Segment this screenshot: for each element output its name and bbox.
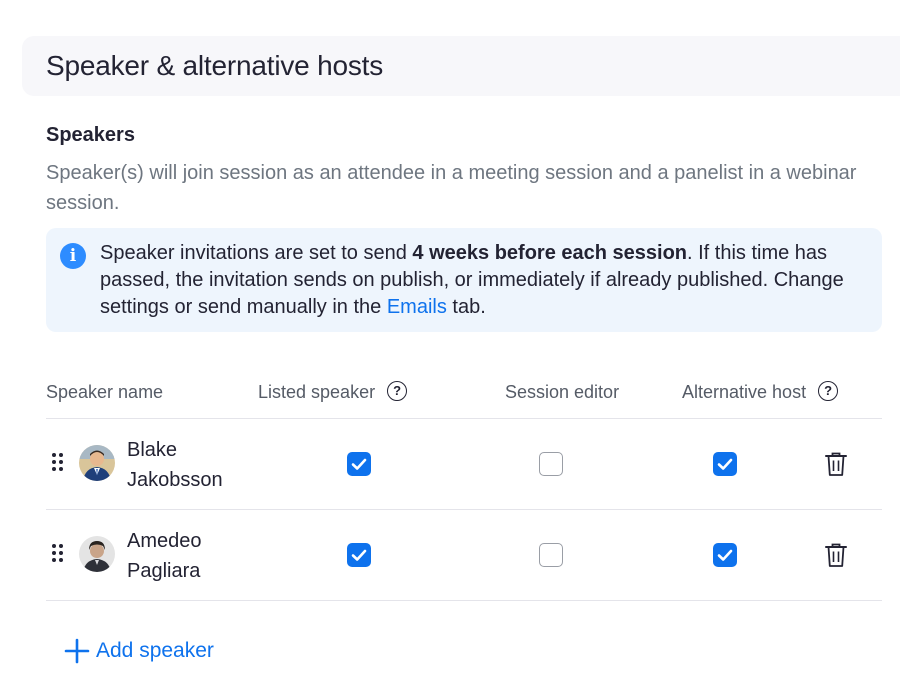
speaker-first-name: Amedeo bbox=[127, 530, 202, 552]
speakers-description: Speaker(s) will join session as an atten… bbox=[46, 162, 857, 214]
add-speaker-label: Add speaker bbox=[96, 639, 214, 662]
speaker-first-name: Blake bbox=[127, 439, 178, 461]
speaker-name: Amedeo Pagliara bbox=[127, 526, 267, 586]
column-header-alternative-host-label: Alternative host bbox=[682, 382, 807, 402]
alternative-host-checkbox[interactable] bbox=[713, 543, 737, 567]
table-row: Blake Jakobsson bbox=[46, 419, 882, 510]
speakers-heading: Speakers bbox=[46, 124, 135, 146]
column-header-listed-speaker-label: Listed speaker bbox=[258, 382, 376, 402]
section-title: Speaker & alternative hosts bbox=[46, 50, 384, 81]
speaker-last-name: Jakobsson bbox=[127, 469, 223, 491]
drag-handle-icon[interactable] bbox=[52, 453, 64, 473]
column-header-listed-speaker: Listed speaker? bbox=[258, 381, 408, 403]
emails-tab-link[interactable]: Emails bbox=[387, 296, 447, 318]
table-row: Amedeo Pagliara bbox=[46, 510, 882, 601]
session-editor-checkbox[interactable] bbox=[539, 452, 563, 476]
info-text: Speaker invitations are set to send 4 we… bbox=[100, 240, 870, 321]
plus-icon bbox=[64, 638, 90, 664]
question-circle-icon[interactable]: ? bbox=[818, 381, 839, 402]
speaker-name: Blake Jakobsson bbox=[127, 435, 267, 495]
info-text-before: Speaker invitations are set to send bbox=[100, 242, 413, 264]
column-header-alternative-host: Alternative host? bbox=[682, 381, 839, 403]
section-header: Speaker & alternative hosts bbox=[22, 36, 900, 96]
drag-handle-icon[interactable] bbox=[52, 544, 64, 564]
avatar bbox=[79, 445, 115, 481]
listed-speaker-checkbox[interactable] bbox=[347, 452, 371, 476]
add-speaker-button[interactable]: Add speaker bbox=[64, 636, 214, 666]
info-text-after: tab. bbox=[446, 296, 486, 318]
listed-speaker-checkbox[interactable] bbox=[347, 543, 371, 567]
question-circle-icon[interactable]: ? bbox=[387, 381, 408, 402]
column-header-speaker-name: Speaker name bbox=[46, 382, 164, 402]
info-icon: i bbox=[60, 243, 86, 269]
speaker-table-header: Speaker name Listed speaker? Session edi… bbox=[46, 368, 882, 419]
alternative-host-checkbox[interactable] bbox=[713, 452, 737, 476]
trash-icon[interactable] bbox=[824, 451, 848, 477]
speaker-last-name: Pagliara bbox=[127, 560, 201, 582]
avatar bbox=[79, 536, 115, 572]
info-banner: i Speaker invitations are set to send 4 … bbox=[46, 228, 882, 332]
session-editor-checkbox[interactable] bbox=[539, 543, 563, 567]
column-header-session-editor: Session editor bbox=[505, 382, 620, 402]
info-text-bold: 4 weeks before each session bbox=[412, 242, 687, 264]
trash-icon[interactable] bbox=[824, 542, 848, 568]
